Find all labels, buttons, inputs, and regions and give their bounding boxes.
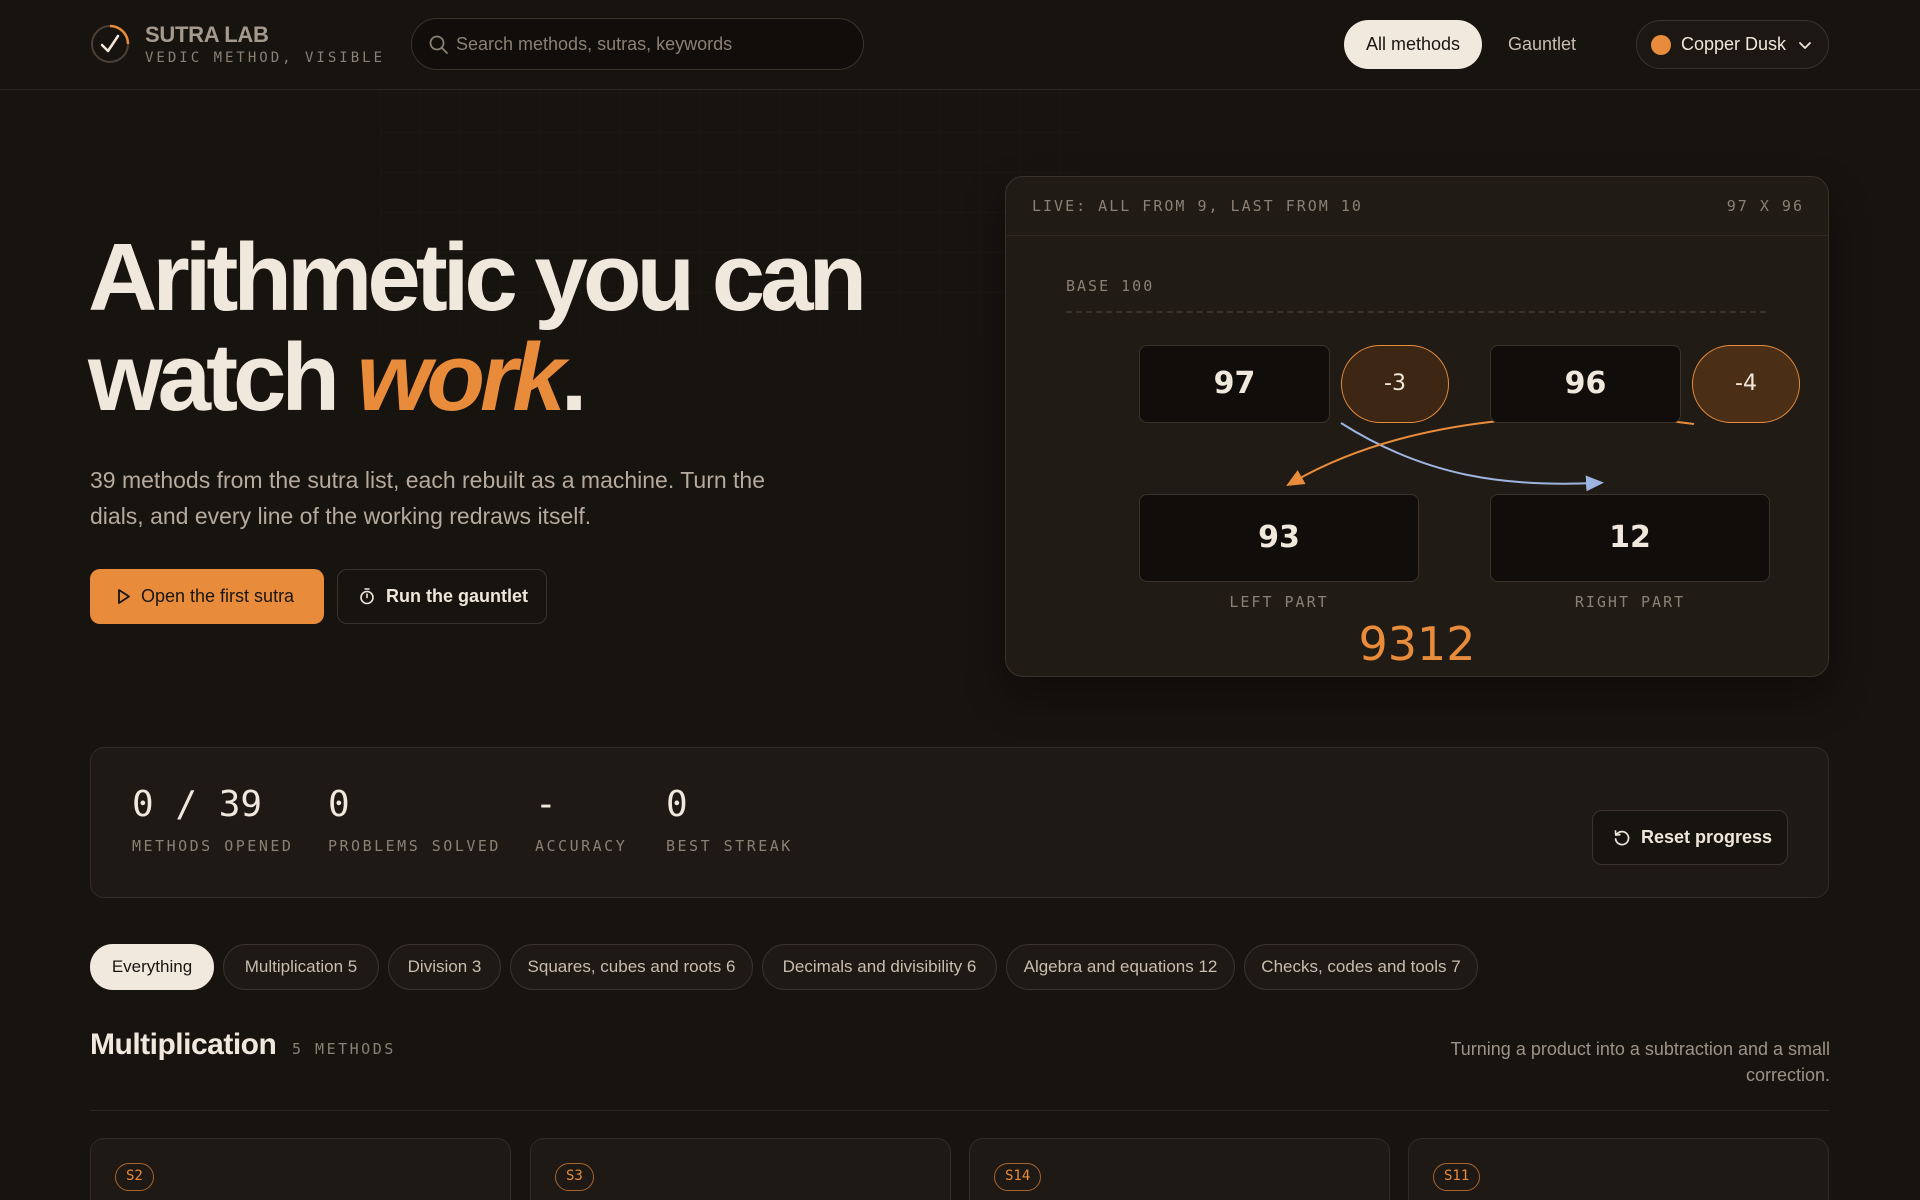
- hero-title-accent: work: [356, 324, 566, 431]
- open-first-sutra-button[interactable]: Open the first sutra: [90, 569, 324, 624]
- multiplier-deviation[interactable]: -4: [1692, 345, 1800, 423]
- hero-title: Arithmetic you can watch work.: [88, 228, 988, 428]
- search-input[interactable]: [456, 19, 846, 69]
- left-part-box: 93: [1139, 494, 1419, 582]
- run-gauntlet-label: Run the gauntlet: [386, 586, 528, 606]
- hero-title-period: .: [560, 324, 588, 431]
- card-sutra-tag: S11: [1433, 1163, 1481, 1191]
- chevron-down-icon: [1799, 42, 1811, 49]
- card-sutra-tag: S14: [994, 1163, 1042, 1191]
- filter-algebra-equations[interactable]: Algebra and equations 12: [1006, 944, 1235, 990]
- stopwatch-icon: [360, 588, 374, 605]
- brand-subtitle: VEDIC METHOD, VISIBLE: [145, 50, 386, 66]
- search-box[interactable]: [411, 18, 864, 70]
- method-card[interactable]: S2: [90, 1138, 511, 1200]
- arrow-orange: [1286, 415, 1695, 486]
- arrow-blue: [1340, 422, 1604, 492]
- demo-result: 9312: [1358, 617, 1476, 671]
- hero-title-line1: Arithmetic you can: [88, 224, 867, 331]
- brand-title[interactable]: SUTRA LAB: [145, 22, 269, 48]
- play-icon: [118, 589, 130, 604]
- left-part-label: LEFT PART: [1229, 593, 1329, 611]
- reset-icon: [1614, 830, 1630, 846]
- filter-division[interactable]: Division 3: [388, 944, 501, 990]
- stat-methods-opened: 0 / 39 METHODS OPENED: [132, 784, 293, 855]
- stat-best-streak: 0 BEST STREAK: [666, 784, 793, 855]
- stat-value: 0 / 39: [132, 784, 263, 825]
- method-card[interactable]: S3: [530, 1138, 951, 1200]
- filter-decimals-divisibility[interactable]: Decimals and divisibility 6: [762, 944, 997, 990]
- method-card[interactable]: S14: [969, 1138, 1390, 1200]
- hero-subtitle: 39 methods from the sutra list, each reb…: [90, 467, 766, 529]
- live-demo-panel: LIVE: ALL FROM 9, LAST FROM 10 97 X 96 B…: [1005, 176, 1829, 677]
- right-part-label: RIGHT PART: [1574, 593, 1686, 611]
- top-header: SUTRA LAB VEDIC METHOD, VISIBLE All meth…: [0, 0, 1920, 90]
- run-gauntlet-button[interactable]: Run the gauntlet: [337, 569, 547, 624]
- search-icon: [429, 35, 448, 54]
- theme-label: Copper Dusk: [1681, 34, 1787, 54]
- filter-multiplication[interactable]: Multiplication 5: [223, 944, 379, 990]
- stat-value: 0: [328, 784, 350, 825]
- right-part-box: 12: [1490, 494, 1770, 582]
- theme-selector[interactable]: Copper Dusk: [1636, 20, 1829, 69]
- stat-label: BEST STREAK: [666, 837, 793, 855]
- theme-color-dot: [1651, 35, 1671, 55]
- stat-value: 0: [666, 784, 688, 825]
- stat-accuracy: - ACCURACY: [535, 784, 627, 855]
- nav-gauntlet[interactable]: Gauntlet: [1492, 20, 1592, 69]
- stat-problems-solved: 0 PROBLEMS SOLVED: [328, 784, 501, 855]
- logo-check-icon[interactable]: [90, 24, 130, 64]
- method-card[interactable]: S11: [1408, 1138, 1829, 1200]
- section-count: 5 METHODS: [292, 1040, 396, 1058]
- stat-label: METHODS OPENED: [132, 837, 294, 855]
- nav-all-methods[interactable]: All methods: [1344, 20, 1482, 69]
- stat-label: PROBLEMS SOLVED: [328, 837, 501, 855]
- filter-checks-codes-tools[interactable]: Checks, codes and tools 7: [1244, 944, 1478, 990]
- multiplier-box[interactable]: 96: [1490, 345, 1681, 423]
- card-sutra-tag: S3: [555, 1163, 594, 1191]
- reset-progress-label: Reset progress: [1641, 827, 1773, 847]
- stat-label: ACCURACY: [535, 837, 628, 855]
- stat-value: -: [535, 784, 557, 825]
- section-divider: [90, 1110, 1829, 1111]
- filter-everything[interactable]: Everything: [90, 944, 214, 990]
- section-description: Turning a product into a subtraction and…: [1450, 1039, 1830, 1085]
- multiplicand-deviation[interactable]: -3: [1341, 345, 1449, 423]
- section-title: Multiplication: [90, 1028, 277, 1061]
- hero-title-line2: watch: [88, 324, 340, 431]
- open-first-sutra-label: Open the first sutra: [141, 586, 295, 606]
- card-sutra-tag: S2: [115, 1163, 154, 1191]
- progress-stats-bar: 0 / 39 METHODS OPENED 0 PROBLEMS SOLVED …: [90, 747, 1829, 898]
- filter-squares-cubes-roots[interactable]: Squares, cubes and roots 6: [510, 944, 753, 990]
- multiplicand-box[interactable]: 97: [1139, 345, 1330, 423]
- reset-progress-button[interactable]: Reset progress: [1592, 810, 1788, 865]
